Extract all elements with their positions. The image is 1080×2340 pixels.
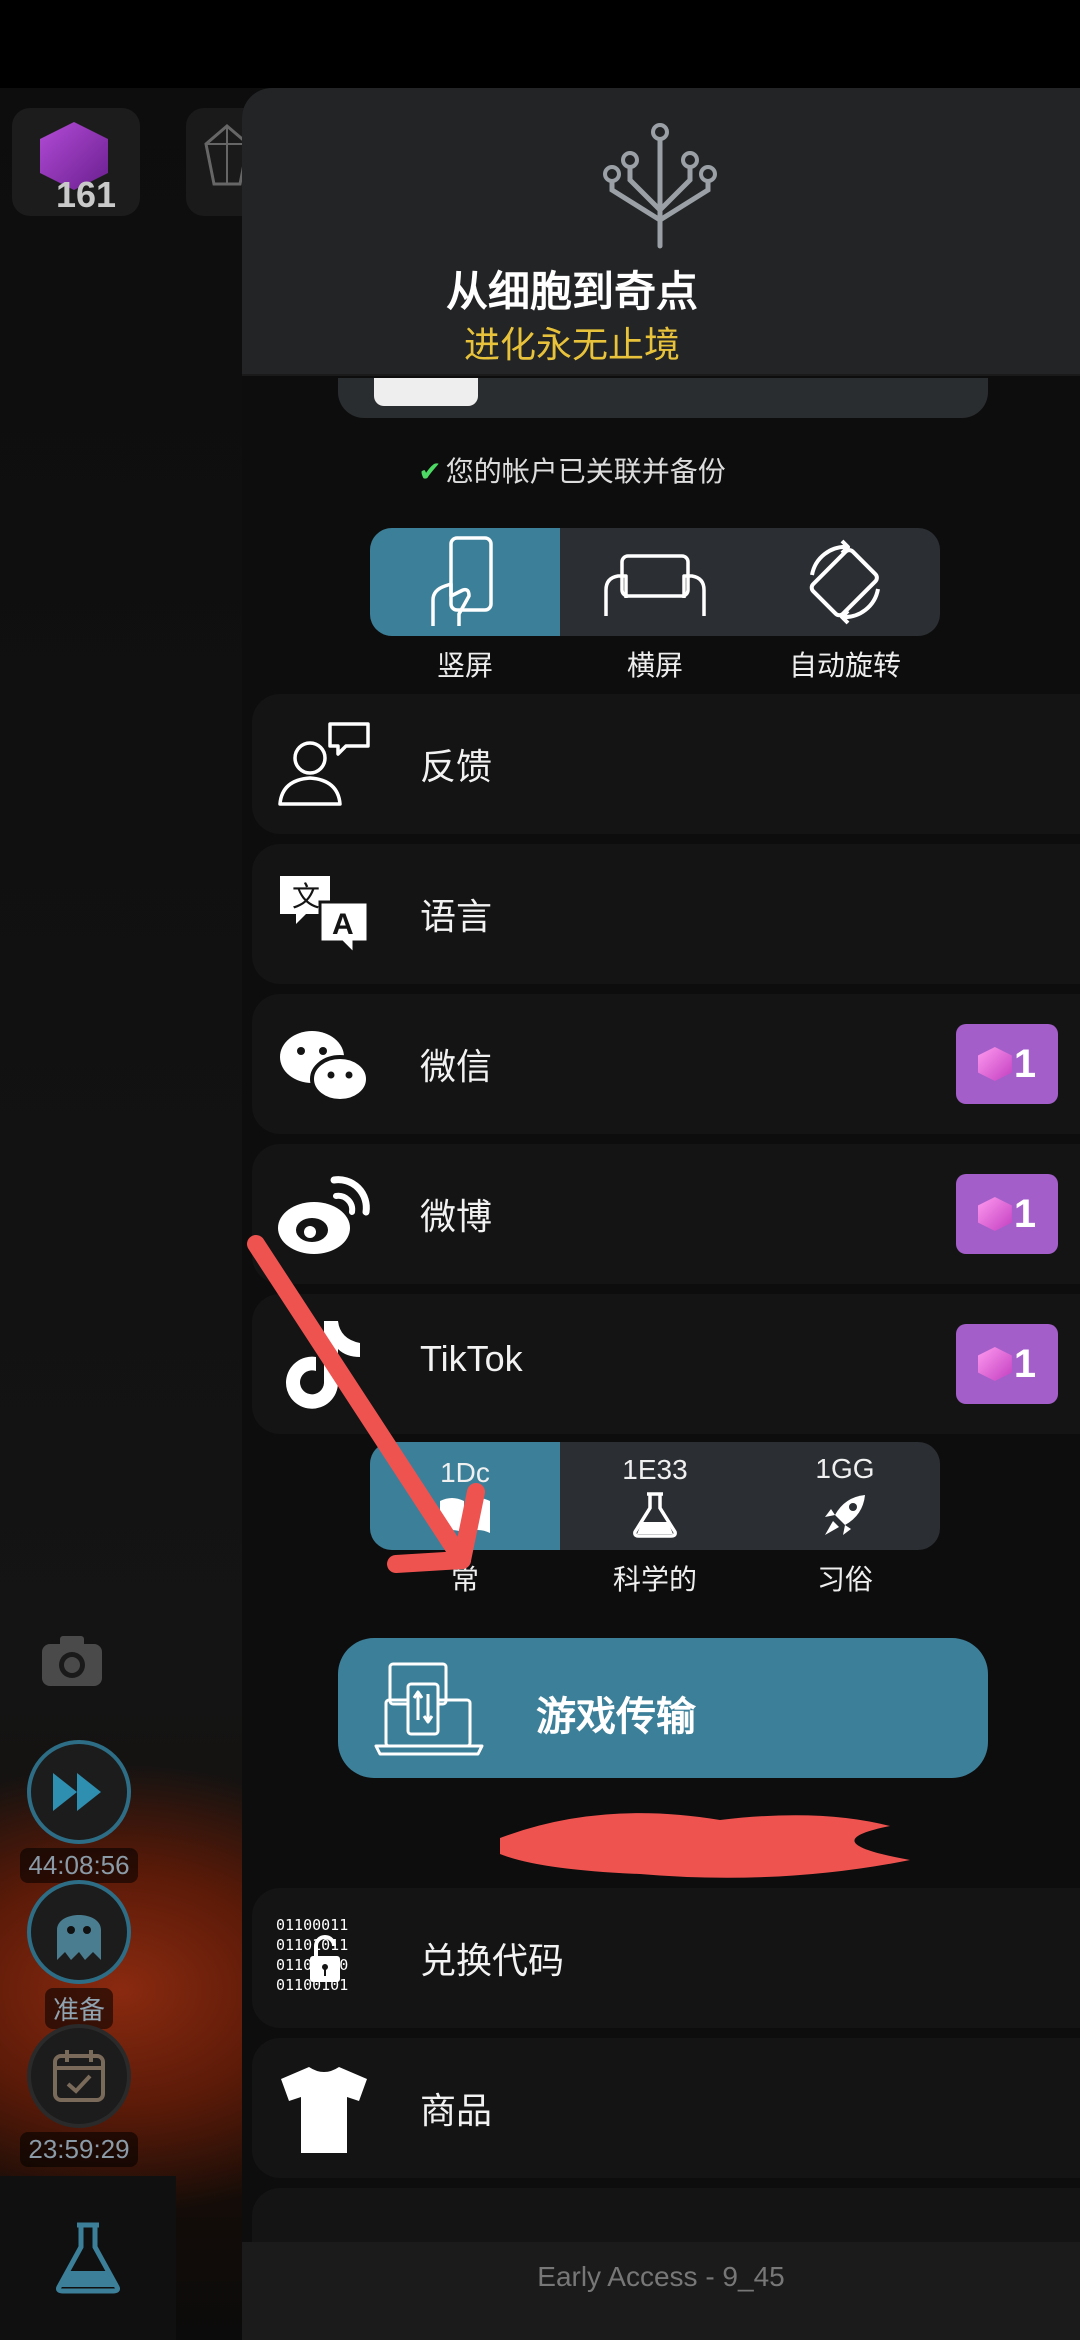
- flask-icon: [56, 2222, 120, 2294]
- daily-reward-button[interactable]: 23:59:29: [14, 2024, 144, 2167]
- cube-icon: [977, 1047, 1012, 1081]
- svg-text:文: 文: [292, 880, 320, 913]
- menu-item-merch[interactable]: 商品: [252, 2038, 1080, 2178]
- language-icon: 文 A: [280, 876, 370, 958]
- svg-text:01101011: 01101011: [276, 1936, 348, 1954]
- app-title: 从细胞到奇点: [445, 267, 698, 316]
- settings-panel: 从细胞到奇点 进化永无止境 ✔ 您的帐户已关联并备份 竖屏 横屏 自动旋转 反馈…: [242, 88, 1080, 2340]
- wechat-reward-badge: 1: [956, 1024, 1058, 1104]
- game-transfer-label: 游戏传输: [536, 1694, 696, 1740]
- notation-option-custom[interactable]: 1GG: [750, 1442, 940, 1550]
- fast-forward-icon: [53, 1773, 101, 1811]
- ghost-status: 准备: [44, 1988, 113, 2029]
- crystal-button[interactable]: [186, 108, 250, 216]
- account-chip: [374, 378, 478, 406]
- orientation-label-auto: 自动旋转: [788, 649, 901, 682]
- red-annotation-arrow: [247, 1235, 485, 1573]
- menu-label-wechat: 微信: [420, 1047, 493, 1088]
- menu-label-feedback: 反馈: [420, 747, 493, 788]
- ghost-icon: [57, 1915, 101, 1960]
- menu-item-wechat[interactable]: 微信 1: [252, 994, 1080, 1134]
- checkmark-icon: ✔: [418, 455, 442, 488]
- notation-value-scientific: 1E33: [622, 1454, 688, 1485]
- device-transfer-icon: [374, 1662, 484, 1756]
- notation-value-custom: 1GG: [815, 1453, 875, 1484]
- red-redaction-scribble: [500, 1813, 910, 1878]
- menu-item-language[interactable]: 文 A 语言: [252, 844, 1080, 984]
- ghost-button[interactable]: 准备: [14, 1880, 144, 2029]
- orientation-auto-rotate[interactable]: [750, 528, 940, 636]
- menu-item-feedback[interactable]: 反馈: [252, 694, 1080, 834]
- tshirt-icon: [281, 2067, 367, 2153]
- orientation-selector: [370, 528, 940, 636]
- panel-header: 从细胞到奇点 进化永无止境: [242, 88, 1080, 376]
- svg-text:A: A: [332, 908, 354, 941]
- orientation-label-landscape: 横屏: [626, 649, 683, 682]
- boost-button[interactable]: 44:08:56: [14, 1740, 144, 1883]
- flask-icon: [633, 1492, 677, 1538]
- rocket-icon: [825, 1495, 865, 1535]
- menu-label-language: 语言: [420, 897, 493, 938]
- app-subtitle: 进化永无止境: [463, 325, 680, 366]
- version-footer: Early Access - 9_45: [242, 2242, 1080, 2340]
- account-button[interactable]: [338, 378, 988, 418]
- orientation-label-portrait: 竖屏: [436, 649, 493, 682]
- cube-icon: [977, 1347, 1012, 1381]
- orientation-labels: 竖屏 横屏 自动旋转: [370, 644, 940, 684]
- account-linked-note: ✔ 您的帐户已关联并备份: [418, 455, 726, 488]
- phone-landscape-icon: [604, 554, 706, 616]
- menu-label-redeem-code: 兑换代码: [420, 1941, 565, 1982]
- boost-timer: 44:08:56: [20, 1848, 138, 1883]
- notation-option-scientific[interactable]: 1E33: [560, 1442, 750, 1550]
- notation-label-scientific: 科学的: [612, 1563, 697, 1596]
- calendar-icon: [53, 2050, 105, 2102]
- status-bar: [0, 0, 1080, 88]
- feedback-icon: [278, 722, 370, 806]
- science-tab[interactable]: [0, 2176, 176, 2340]
- daily-timer: 23:59:29: [20, 2132, 138, 2167]
- auto-rotate-icon: [809, 539, 880, 625]
- wechat-icon: [280, 1031, 370, 1103]
- camera-icon[interactable]: [40, 1632, 104, 1688]
- orientation-landscape[interactable]: [560, 528, 750, 636]
- tiktok-reward-badge: 1: [956, 1324, 1058, 1404]
- notation-label-custom: 习俗: [816, 1563, 873, 1596]
- orientation-portrait[interactable]: [370, 528, 560, 636]
- phone-portrait-icon: [431, 536, 493, 626]
- cube-count: 161: [56, 174, 117, 215]
- cube-counter[interactable]: 161: [12, 108, 140, 216]
- evolution-tree-logo: [603, 123, 717, 249]
- game-transfer-button[interactable]: 游戏传输: [338, 1638, 988, 1778]
- cube-icon: [977, 1197, 1012, 1231]
- svg-text:01100011: 01100011: [276, 1916, 348, 1934]
- redeem-code-icon: 01100011 01101011 01101100 01100101: [276, 1916, 348, 1994]
- menu-item-redeem-code[interactable]: 01100011 01101011 01101100 01100101 兑换代码: [252, 1888, 1080, 2028]
- weibo-reward-badge: 1: [956, 1174, 1058, 1254]
- menu-label-merch: 商品: [420, 2091, 493, 2132]
